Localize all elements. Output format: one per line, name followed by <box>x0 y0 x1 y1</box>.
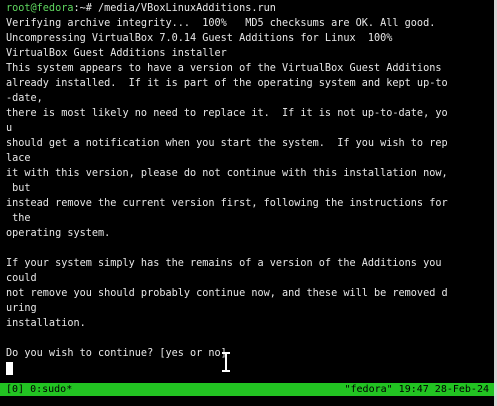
question-line: Do you wish to continue? [yes or no] <box>6 348 227 359</box>
output-line: instead remove the current version first… <box>6 198 448 209</box>
output-line: u <box>6 123 13 134</box>
prompt-line: root@fedora:~# /media/VBoxLinuxAdditions… <box>6 1 494 16</box>
output-line: already installed. If it is part of the … <box>6 78 448 89</box>
output-line: -date, <box>6 93 43 104</box>
output-line: VirtualBox Guest Additions installer <box>6 48 227 59</box>
text-cursor <box>6 361 13 375</box>
status-host-time: "fedora" 19:47 28-Feb-24 <box>344 384 490 395</box>
status-window-list[interactable]: [0] 0:sudo* <box>6 383 72 396</box>
output-line: not remove you should probably continue … <box>6 288 448 299</box>
output-line: This system appears to have a version of… <box>6 63 442 74</box>
output-line: could <box>6 273 37 284</box>
bottom-strip <box>0 396 497 406</box>
output-line: If your system simply has the remains of… <box>6 258 442 269</box>
output-line: uring <box>6 303 37 314</box>
output-line: Verifying archive integrity... 100% MD5 … <box>6 18 436 29</box>
output-line: Uncompressing VirtualBox 7.0.14 Guest Ad… <box>6 33 393 44</box>
output-line: operating system. <box>6 228 111 239</box>
output-line: lace <box>6 153 31 164</box>
tmux-status-bar: [0] 0:sudo* "fedora" 19:47 28-Feb-24 <box>0 383 497 396</box>
prompt-user-host: root@fedora <box>6 3 74 14</box>
terminal-window[interactable]: root@fedora:~# /media/VBoxLinuxAdditions… <box>0 0 497 406</box>
output-line: there is most likely no need to replace … <box>6 108 448 119</box>
output-line: but <box>6 183 31 194</box>
output-line: it with this version, please do not cont… <box>6 168 448 179</box>
output-line: should get a notification when you start… <box>6 138 448 149</box>
prompt-command: :~# /media/VBoxLinuxAdditions.run <box>73 3 276 14</box>
output-line: installation. <box>6 318 86 329</box>
ibeam-cursor-icon <box>222 352 230 372</box>
input-line[interactable] <box>6 361 494 376</box>
output-line: the <box>6 213 31 224</box>
terminal-screen[interactable]: root@fedora:~# /media/VBoxLinuxAdditions… <box>6 1 494 381</box>
